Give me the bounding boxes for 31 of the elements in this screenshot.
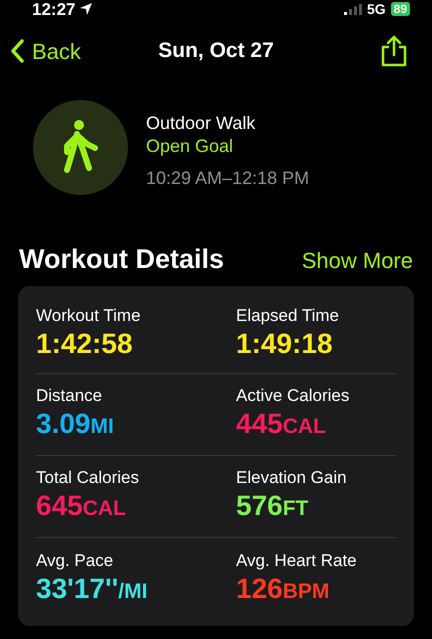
metric-value: 1:49:18 (236, 326, 334, 360)
metric-label: Avg. Heart Rate (236, 550, 358, 572)
battery-level: 89 (390, 2, 410, 16)
metric-value: 33'17''/MI (36, 572, 148, 606)
metric-label: Elapsed Time (236, 304, 340, 326)
back-button[interactable]: Back (10, 34, 130, 68)
metric-label: Active Calories (236, 385, 350, 407)
walking-figure-icon (62, 120, 98, 176)
workout-goal: Open Goal (146, 135, 234, 158)
show-more-link[interactable]: Show More (302, 246, 413, 276)
metric-label: Distance (36, 385, 104, 407)
metric-value: 445CAL (236, 407, 327, 441)
workout-time-range: 10:29 AM–12:18 PM (146, 167, 310, 190)
metric-value: 3.09MI (36, 407, 115, 441)
chevron-left-icon (10, 39, 24, 63)
page-title: Sun, Oct 27 (158, 38, 274, 64)
metric-value: 645CAL (36, 489, 127, 523)
metric-label: Elevation Gain (236, 467, 348, 489)
section-title: Workout Details (19, 243, 224, 276)
signal-icon (344, 4, 362, 14)
location-icon (79, 2, 94, 16)
metric-value: 576FT (236, 489, 310, 523)
workout-name: Outdoor Walk (146, 112, 256, 134)
metric-label: Total Calories (36, 467, 140, 489)
metric-value: 126BPM (236, 572, 330, 606)
network-label: 5G (366, 2, 386, 16)
metric-label: Avg. Pace (36, 550, 114, 572)
metric-label: Workout Time (36, 304, 142, 326)
metric-value: 1:42:58 (36, 326, 134, 360)
share-icon[interactable] (380, 35, 408, 67)
status-time: 12:27 (32, 0, 76, 18)
